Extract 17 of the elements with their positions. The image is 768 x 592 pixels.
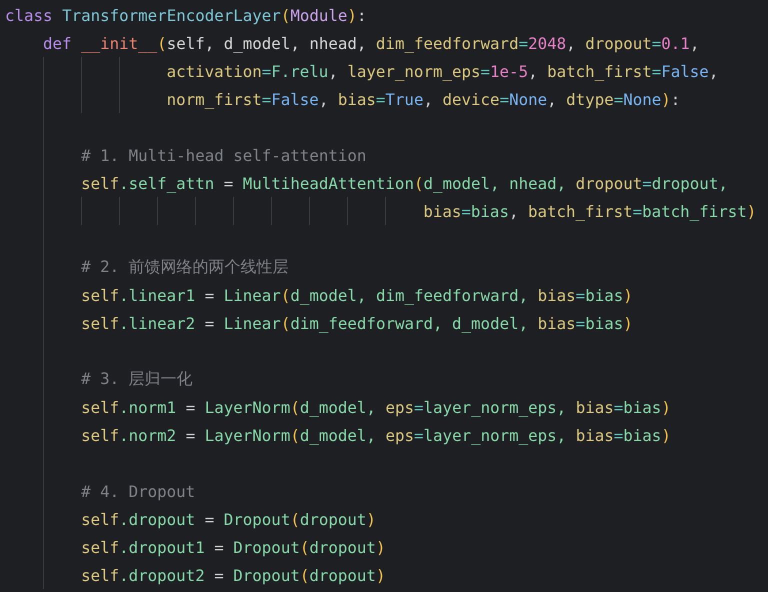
code-line: def __init__(self, d_model, nhead, dim_feedforward=2048, dropout=0.1, [43, 34, 700, 52]
code-comment: # 2. 前馈网络的两个线性层 [81, 256, 289, 278]
code-line: self.dropout = Dropout(dropout) [81, 510, 376, 528]
code-line: class TransformerEncoderLayer(Module): [5, 6, 366, 24]
code-comment: # 4. Dropout [81, 482, 196, 500]
code-line: self.linear1 = Linear(d_model, dim_feedforward, bias=bias) [81, 286, 633, 304]
code-line: self.self_attn = MultiheadAttention(d_model, nhead, dropout=dropout, [81, 174, 728, 192]
code-comment: # 1. Multi-head self-attention [81, 146, 366, 164]
code-line: self.norm2 = LayerNorm(d_model, eps=layer_norm_eps, bias=bias) [81, 426, 671, 444]
code-line: self.norm1 = LayerNorm(d_model, eps=layer_norm_eps, bias=bias) [81, 398, 671, 416]
code-line: self.linear2 = Linear(dim_feedforward, d_model, bias=bias) [81, 314, 633, 332]
code-line: activation=F.relu, layer_norm_eps=1e-5, batch_first=False, [166, 62, 718, 80]
code-comment: # 3. 层归一化 [81, 368, 193, 390]
code-line: self.dropout2 = Dropout(dropout) [81, 566, 386, 584]
code-line: bias=bias, batch_first=batch_first) [423, 202, 756, 220]
code-line: norm_first=False, bias=True, device=None, dtype=None): [166, 90, 680, 108]
code-line: self.dropout1 = Dropout(dropout) [81, 538, 386, 556]
